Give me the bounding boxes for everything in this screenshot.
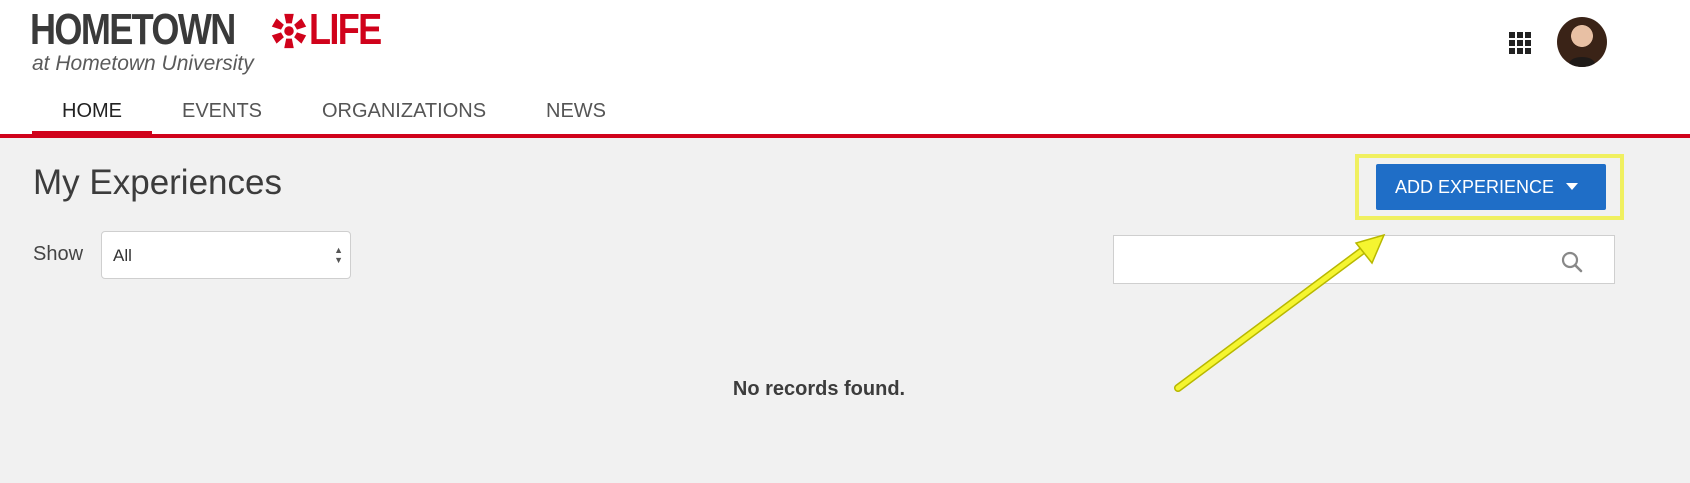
search-input[interactable] bbox=[1124, 244, 1558, 278]
hometown-life-logo[interactable]: HOMETOWN LIFE at Hometown University bbox=[30, 5, 382, 76]
tab-organizations-label: ORGANIZATIONS bbox=[321, 100, 487, 122]
search-box[interactable] bbox=[1113, 235, 1615, 284]
show-filter-value: All bbox=[113, 246, 132, 265]
avatar[interactable] bbox=[1557, 17, 1607, 67]
tab-news[interactable]: NEWS bbox=[545, 96, 607, 138]
tab-home[interactable]: HOME bbox=[32, 96, 152, 138]
select-arrows-icon: ▲ ▼ bbox=[334, 245, 343, 265]
add-experience-button[interactable]: ADD EXPERIENCE bbox=[1376, 164, 1606, 210]
apps-grid-icon[interactable] bbox=[1509, 32, 1531, 54]
tab-news-label: NEWS bbox=[546, 100, 606, 122]
tab-organizations[interactable]: ORGANIZATIONS bbox=[321, 96, 487, 138]
empty-state-message: No records found. bbox=[732, 378, 906, 400]
tab-events-label: EVENTS bbox=[182, 100, 263, 122]
burst-logo-icon bbox=[271, 13, 307, 49]
tab-home-label: HOME bbox=[62, 100, 122, 122]
search-icon[interactable] bbox=[1560, 250, 1584, 274]
logo-subtitle: at Hometown University bbox=[32, 52, 254, 75]
show-filter-label: Show bbox=[33, 243, 84, 265]
add-experience-label: ADD EXPERIENCE bbox=[1395, 176, 1555, 197]
caret-down-icon bbox=[1566, 183, 1578, 190]
logo-word-life: LIFE bbox=[309, 5, 382, 54]
logo-word-hometown: HOMETOWN bbox=[30, 5, 236, 54]
show-filter-select[interactable]: All ▲ ▼ bbox=[101, 231, 351, 279]
top-header: HOMETOWN LIFE at Hometown University HOM… bbox=[0, 0, 1690, 138]
page-title: My Experiences bbox=[33, 163, 282, 202]
tab-events[interactable]: EVENTS bbox=[182, 96, 262, 138]
